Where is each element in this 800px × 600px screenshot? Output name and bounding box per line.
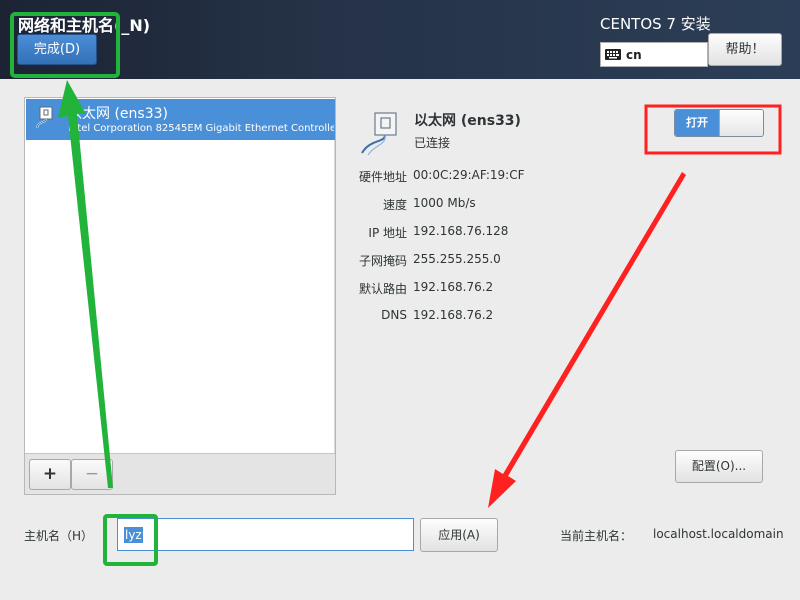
info-label: 硬件地址 (358, 170, 407, 184)
keyboard-layout-label: cn (626, 47, 642, 62)
info-label: 子网掩码 (358, 254, 407, 268)
configure-button[interactable]: 配置(O)... (675, 450, 763, 483)
list-item-ens33[interactable]: 以太网 (ens33) Intel Corporation 82545EM Gi… (26, 99, 335, 140)
info-label: 默认路由 (358, 282, 407, 296)
network-wired-icon (36, 106, 53, 129)
connection-toggle[interactable]: 打开 (674, 109, 764, 137)
current-hostname-label: 当前主机名： (560, 529, 633, 543)
apply-button[interactable]: 应用(A) (420, 518, 498, 552)
device-status: 已连接 (414, 136, 451, 150)
help-button[interactable]: 帮助！ (708, 33, 782, 66)
hostname-input-value: lyz (124, 526, 143, 543)
dns-value: 192.168.76.2 (413, 308, 494, 322)
default-route-value: 192.168.76.2 (413, 280, 494, 294)
ip-address-value: 192.168.76.128 (413, 224, 509, 238)
subnet-mask-value: 255.255.255.0 (413, 252, 501, 266)
current-hostname-value: localhost.localdomain (653, 527, 784, 541)
header-bar: 网络和主机名(_N) 完成(D) CENTOS 7 安装 cn 帮助！ (0, 0, 800, 79)
page-title: 网络和主机名(_N) (18, 16, 151, 35)
install-title: CENTOS 7 安装 (600, 15, 711, 33)
list-item-description: Intel Corporation 82545EM Gigabit Ethern… (68, 123, 334, 134)
keyboard-icon (605, 49, 621, 60)
list-toolbar: + − (25, 453, 335, 494)
remove-device-button[interactable]: − (71, 459, 113, 490)
network-device-list: 以太网 (ens33) Intel Corporation 82545EM Gi… (24, 97, 336, 495)
keyboard-layout-indicator[interactable]: cn (600, 42, 708, 67)
done-button[interactable]: 完成(D) (17, 34, 97, 65)
annotation-arrow-red (488, 172, 686, 508)
info-label: DNS (381, 308, 407, 322)
info-label: 速度 (382, 198, 407, 212)
add-device-button[interactable]: + (29, 459, 71, 490)
network-wired-icon (361, 112, 397, 156)
toggle-on-label: 打开 (675, 110, 719, 136)
toggle-knob (719, 110, 763, 136)
list-divider (334, 140, 335, 453)
hostname-input[interactable]: lyz (117, 518, 414, 551)
hardware-address-value: 00:0C:29:AF:19:CF (413, 168, 525, 182)
hostname-label: 主机名（H） (24, 529, 94, 543)
speed-value: 1000 Mb/s (413, 196, 476, 210)
info-label: IP 地址 (368, 226, 407, 240)
device-title: 以太网 (ens33) (414, 113, 521, 129)
list-item-name: 以太网 (ens33) (68, 106, 168, 122)
